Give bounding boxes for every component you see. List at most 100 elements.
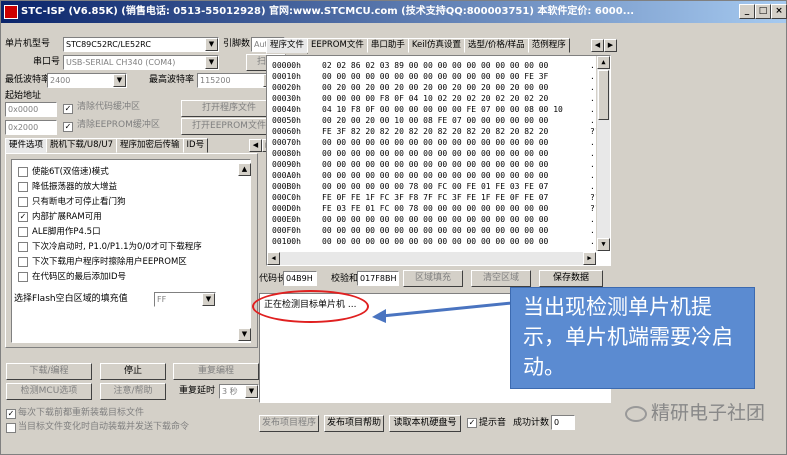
eeprom-addr-field[interactable]: 0x2000 <box>5 120 57 135</box>
hex-bytes: 00 20 00 20 00 10 00 08 FE 07 00 00 00 0… <box>322 116 549 125</box>
success-count-field: 0 <box>551 415 575 430</box>
option-row[interactable]: 下次冷启动时, P1.0/P1.1为0/0才可下载程序 <box>18 241 202 253</box>
option-row[interactable]: 在代码区的最后添加ID号 <box>18 271 126 283</box>
option-checkbox[interactable] <box>18 271 28 282</box>
minimize-button[interactable]: _ <box>739 4 755 19</box>
option-checkbox[interactable] <box>18 196 28 207</box>
option-checkbox[interactable] <box>18 166 28 177</box>
chevron-down-icon: ▼ <box>205 56 218 69</box>
close-button[interactable]: × <box>771 4 787 19</box>
tab-serial-helper[interactable]: 串口助手 <box>366 38 409 53</box>
max-baud-value: 115200 <box>200 76 231 85</box>
hex-addr: 00070h <box>272 138 301 147</box>
scroll-up-button[interactable]: ▲ <box>597 56 610 69</box>
clear-code-checkbox[interactable]: ✓ <box>63 104 73 114</box>
option-row[interactable]: 使能6T(双倍速)模式 <box>18 166 109 178</box>
hex-hscrollbar[interactable]: ◀ ▶ <box>267 252 596 265</box>
open-eeprom-button[interactable]: 打开EEPROM文件 <box>181 118 277 135</box>
tab-scroll-right[interactable]: ▶ <box>604 39 617 52</box>
code-len-field: 04B9H <box>283 271 317 286</box>
scroll-down-button[interactable]: ▼ <box>597 238 610 251</box>
reprogram-button[interactable]: 重复编程 <box>173 363 259 380</box>
tab-id[interactable]: ID号 <box>182 138 209 153</box>
reload-checkbox[interactable]: ✓ <box>6 409 16 419</box>
hex-addr: 00010h <box>272 72 301 81</box>
option-checkbox[interactable] <box>18 241 28 252</box>
tab-offline[interactable]: 脱机下载/U8/U7 <box>46 138 118 153</box>
option-label: 只有断电才可停止看门狗 <box>32 197 126 207</box>
callout-arrow <box>372 301 513 323</box>
option-label: 使能6T(双倍速)模式 <box>32 167 109 177</box>
tab-encrypt[interactable]: 程序加密后传输 <box>116 138 184 153</box>
code-addr-field[interactable]: 0x0000 <box>5 102 57 117</box>
hex-bytes: 00 00 00 00 F8 0F 04 10 02 20 02 20 02 2… <box>322 94 549 103</box>
min-baud-select[interactable]: 2400 ▼ <box>47 73 127 88</box>
annotation-callout: 当出现检测单片机提示，单片机端需要冷启动。 <box>510 287 755 389</box>
hardware-options-panel: 使能6T(双倍速)模式 降低振荡器的放大增益 只有断电才可停止看门狗 ✓ 内部扩展… <box>5 153 258 348</box>
tab-scroll-left[interactable]: ◀ <box>249 139 262 152</box>
start-addr-label: 起始地址 <box>5 91 42 101</box>
hex-scrollbar[interactable]: ▲ ▼ <box>596 56 610 251</box>
tab-scroll-left[interactable]: ◀ <box>591 39 604 52</box>
option-row[interactable]: 降低振荡器的放大增益 <box>18 181 117 193</box>
publish-help-button[interactable]: 发布项目帮助 <box>324 415 384 432</box>
help-button[interactable]: 注意/帮助 <box>100 383 166 400</box>
option-checkbox[interactable]: ✓ <box>18 211 28 222</box>
option-row[interactable]: 下次下载用户程序时擦除用户EEPROM区 <box>18 256 187 268</box>
delay-select[interactable]: 3 秒 ▼ <box>219 384 259 399</box>
stop-button[interactable]: 停止 <box>100 363 166 380</box>
port-select[interactable]: USB-SERIAL CH340 (COM4) ▼ <box>63 55 219 70</box>
download-button[interactable]: 下载/编程 <box>6 363 92 380</box>
hex-bytes: 00 00 00 00 00 00 00 00 00 00 00 00 00 0… <box>322 171 549 180</box>
scroll-up-button[interactable]: ▲ <box>238 163 251 176</box>
save-data-button[interactable]: 保存数据 <box>539 270 603 287</box>
hex-bytes: 00 00 00 00 00 00 00 00 00 00 00 00 00 0… <box>322 72 549 81</box>
clear-eeprom-checkbox[interactable]: ✓ <box>63 122 73 132</box>
hex-bytes: FE 0F FE 1F FC 3F F8 7F FC 3F FE 1F FE 0… <box>322 193 549 202</box>
hex-editor[interactable]: 00000h 02 02 86 02 03 89 00 00 00 00 00 0… <box>266 55 611 266</box>
hex-addr: 00090h <box>272 160 301 169</box>
option-checkbox[interactable] <box>18 256 28 267</box>
maximize-button[interactable]: □ <box>755 4 771 19</box>
tab-examples[interactable]: 范例程序 <box>527 38 570 53</box>
hex-addr: 00030h <box>272 94 301 103</box>
option-label: 降低振荡器的放大增益 <box>32 182 118 192</box>
hex-bytes: 04 10 F8 0F 00 00 00 00 00 00 FE 07 00 0… <box>322 105 563 114</box>
check-mcu-button[interactable]: 检测MCU选项 <box>6 383 92 400</box>
delay-value: 3 秒 <box>222 387 238 396</box>
clear-eeprom-label: 清除EEPROM缓冲区 <box>77 120 160 130</box>
tab-eeprom-file[interactable]: EEPROM文件 <box>307 38 368 53</box>
read-serial-button[interactable]: 读取本机硬盘号 <box>389 415 461 432</box>
tab-program-file[interactable]: 程序文件 <box>266 38 309 54</box>
tab-keil[interactable]: Keil仿真设置 <box>407 38 465 53</box>
option-checkbox[interactable] <box>18 226 28 237</box>
sound-checkbox[interactable]: ✓ <box>467 418 477 428</box>
checksum-field: 017F8BH <box>357 271 399 286</box>
publish-program-button[interactable]: 发布项目程序 <box>259 415 319 432</box>
clear-region-button[interactable]: 清空区域 <box>471 270 531 287</box>
mcu-label: 单片机型号 <box>5 39 51 49</box>
scroll-down-button[interactable]: ▼ <box>238 328 251 341</box>
max-baud-select[interactable]: 115200▼ <box>197 73 277 88</box>
option-row[interactable]: ALE脚用作P4.5口 <box>18 226 101 238</box>
auto-load-checkbox[interactable] <box>6 423 16 433</box>
scroll-thumb[interactable] <box>598 70 609 120</box>
tab-hardware[interactable]: 硬件选项 <box>5 138 48 154</box>
hex-bytes: FE 03 FE 01 FC 00 78 00 00 00 00 00 00 0… <box>322 204 549 213</box>
fill-value: FF <box>157 295 167 304</box>
mcu-select[interactable]: STC89C52RC/LE52RC ▼ <box>63 37 219 52</box>
chevron-down-icon: ▼ <box>205 38 218 51</box>
scroll-left-button[interactable]: ◀ <box>267 252 280 265</box>
scroll-right-button[interactable]: ▶ <box>583 252 596 265</box>
fill-select[interactable]: FF ▼ <box>154 292 216 307</box>
fill-region-button[interactable]: 区域填充 <box>403 270 463 287</box>
hex-addr: 00100h <box>272 237 301 246</box>
open-program-button[interactable]: 打开程序文件 <box>181 100 277 117</box>
option-row[interactable]: 只有断电才可停止看门狗 <box>18 196 126 208</box>
option-row[interactable]: ✓ 内部扩展RAM可用 <box>18 211 102 223</box>
hex-addr: 00020h <box>272 83 301 92</box>
tab-selection[interactable]: 选型/价格/样品 <box>463 38 529 53</box>
option-label: 在代码区的最后添加ID号 <box>32 272 127 282</box>
app-icon <box>4 5 18 19</box>
option-checkbox[interactable] <box>18 181 28 192</box>
